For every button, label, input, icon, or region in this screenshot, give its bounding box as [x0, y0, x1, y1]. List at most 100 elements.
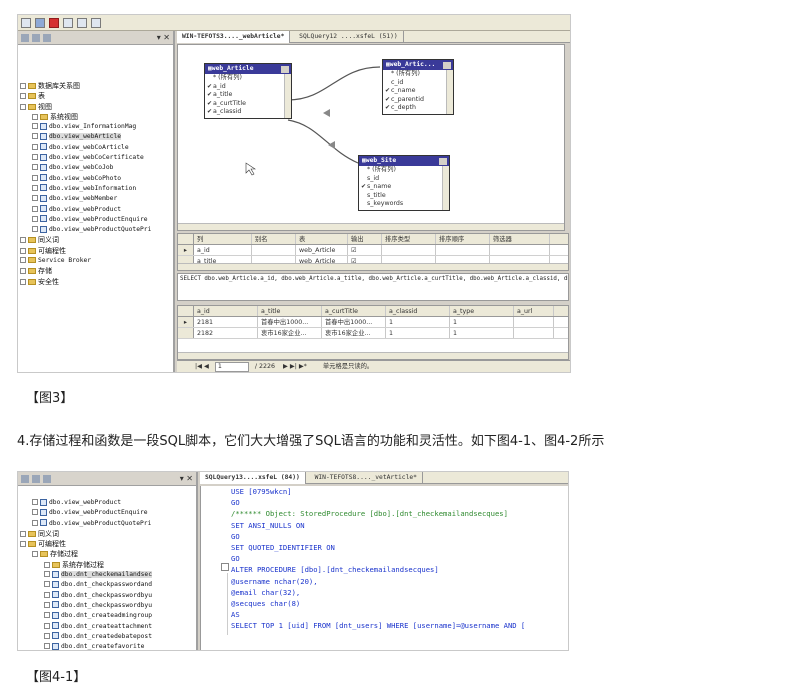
column-row[interactable]: ✔ a_curtTitle — [205, 100, 291, 109]
sql-pane[interactable]: SELECT dbo.web_Article.a_id, dbo.web_Art… — [177, 273, 569, 301]
code-line[interactable]: SET ANSI_NULLS ON — [201, 520, 568, 531]
expand-icon[interactable] — [20, 278, 26, 285]
tree-folder[interactable]: 同义词 — [18, 235, 173, 245]
table-cell[interactable] — [382, 245, 436, 255]
column-header[interactable]: a_type — [450, 306, 514, 316]
tree-folder[interactable]: 系统视图 — [18, 112, 173, 122]
pin-icon[interactable]: ▾ ✕ — [180, 474, 193, 483]
next-record-icon[interactable]: ▶ ▶| ▶* — [283, 363, 307, 370]
table-cell[interactable] — [490, 245, 550, 255]
column-row[interactable]: * (所有列) — [205, 74, 291, 83]
expand-icon[interactable] — [20, 93, 26, 100]
table-cell[interactable]: 2181 — [194, 317, 258, 327]
tab-sql-query[interactable]: SQLQuery12 ....xsfeL (51)) — [294, 31, 404, 43]
expand-icon[interactable] — [44, 612, 50, 619]
collapse-icon[interactable] — [20, 103, 26, 110]
column-row[interactable]: ✔ a_title — [205, 91, 291, 100]
tree-folder[interactable]: 数据库关系图 — [18, 81, 173, 91]
tree-view[interactable]: dbo.view_webArticle — [18, 132, 173, 142]
collapse-icon[interactable] — [20, 541, 26, 548]
toolbar-button-icon[interactable] — [21, 17, 31, 28]
minimize-icon[interactable] — [443, 61, 451, 69]
tree-view[interactable]: dbo.view_webCoJob — [18, 163, 173, 173]
table-cell[interactable]: web_Article — [296, 245, 348, 255]
expand-icon[interactable] — [32, 123, 38, 130]
column-row[interactable]: s_title — [359, 192, 449, 201]
table-web-site[interactable]: ▦ web_Site * (所有列) s_id ✔ s_name s_title s_key… — [358, 155, 450, 211]
code-line[interactable]: SET QUOTED_IDENTIFIER ON — [201, 542, 568, 553]
column-row[interactable]: ✔ s_name — [359, 183, 449, 192]
execute-icon[interactable] — [49, 17, 59, 28]
tree-stored-procedure[interactable]: dbo.dnt_checkpasswordbyu — [18, 601, 196, 611]
table-cell[interactable]: 1 — [386, 317, 450, 327]
collapse-icon[interactable] — [32, 551, 38, 558]
filter-icon[interactable] — [32, 33, 40, 42]
table-cell[interactable] — [514, 328, 554, 338]
connect-icon[interactable] — [21, 474, 29, 483]
expand-icon[interactable] — [44, 591, 50, 598]
table-cell[interactable] — [436, 245, 490, 255]
column-row[interactable]: ✔ a_classid — [205, 108, 291, 117]
row-selector[interactable] — [178, 328, 194, 338]
filter-icon[interactable] — [32, 474, 40, 483]
code-line[interactable]: GO — [201, 553, 568, 564]
expand-icon[interactable] — [20, 257, 26, 264]
column-row[interactable]: s_keywords — [359, 200, 449, 209]
code-line[interactable]: AS — [201, 609, 568, 620]
table-scrollbar[interactable] — [284, 74, 291, 118]
tree-folder[interactable]: 存储过程 — [18, 549, 196, 559]
expand-icon[interactable] — [32, 519, 38, 526]
tree-view[interactable]: dbo.view_webProduct — [18, 205, 173, 215]
table-row[interactable]: ▸ a_id web_Article ☑ — [178, 245, 568, 256]
table-cell[interactable]: 衷市16家企业... — [258, 328, 322, 338]
tree-view[interactable]: dbo.view_InformationMag — [18, 122, 173, 132]
expand-icon[interactable] — [20, 237, 26, 244]
tree-folder[interactable]: 可编程性 — [18, 539, 196, 549]
expand-icon[interactable] — [32, 113, 38, 120]
code-line[interactable]: @username nchar(20), — [201, 576, 568, 587]
table-cell[interactable] — [252, 245, 296, 255]
column-row[interactable]: ✔ c_parentid — [383, 96, 453, 105]
column-header[interactable]: 筛选器 — [490, 234, 550, 244]
tree-stored-procedure[interactable]: dbo.dnt_checkemailandsec — [18, 570, 196, 580]
expand-icon[interactable] — [32, 205, 38, 212]
tree-folder[interactable]: Service Broker — [18, 256, 173, 266]
code-line[interactable]: GO — [201, 531, 568, 542]
expand-icon[interactable] — [32, 154, 38, 161]
code-line[interactable]: USE [0795wkcn] — [201, 486, 568, 497]
table-row[interactable]: ▸ 2181 首春中出1000... 首春中出1000... 1 1 — [178, 317, 568, 328]
code-line[interactable]: @secques char(8) — [201, 598, 568, 609]
column-row[interactable]: c_id — [383, 79, 453, 88]
expand-icon[interactable] — [44, 571, 50, 578]
tree-folder[interactable]: 安全性 — [18, 277, 173, 287]
expand-icon[interactable] — [32, 184, 38, 191]
expand-icon[interactable] — [20, 247, 26, 254]
column-header[interactable]: 列 — [194, 234, 252, 244]
table-scrollbar[interactable] — [446, 70, 453, 114]
expand-icon[interactable] — [32, 133, 38, 140]
expand-icon[interactable] — [32, 164, 38, 171]
column-header[interactable]: 输出 — [348, 234, 382, 244]
column-header[interactable]: a_title — [258, 306, 322, 316]
tree-stored-procedure[interactable]: dbo.dnt_checkpasswordand — [18, 580, 196, 590]
code-line[interactable]: SELECT TOP 1 [uid] FROM [dnt_users] WHER… — [201, 620, 568, 631]
expand-icon[interactable] — [32, 215, 38, 222]
column-row[interactable]: * (所有列) — [359, 166, 449, 175]
current-page[interactable]: 1 — [214, 362, 249, 372]
row-selector[interactable]: ▸ — [178, 245, 194, 255]
sql-editor[interactable]: USE [0795wkcn] GO/****** Object: StoredPr… — [200, 486, 568, 650]
tree-view[interactable]: dbo.view_webCoPhoto — [18, 174, 173, 184]
grid-horizontal-scrollbar[interactable] — [178, 352, 568, 359]
column-row[interactable]: ✔ a_id — [205, 83, 291, 92]
table-title-bar[interactable]: ▦ web_Artic... — [383, 60, 453, 70]
expand-icon[interactable] — [44, 622, 50, 629]
expand-icon[interactable] — [20, 268, 26, 275]
tree-stored-procedure[interactable]: dbo.dnt_createdebatepost — [18, 632, 196, 642]
tree-stored-procedure[interactable]: dbo.dnt_checkpasswordbyu — [18, 591, 196, 601]
refresh-icon[interactable] — [43, 33, 51, 42]
tree-folder[interactable]: 可编程性 — [18, 246, 173, 256]
tree-folder[interactable]: 视图 — [18, 102, 173, 112]
table-cell[interactable]: a_id — [194, 245, 252, 255]
table-title-bar[interactable]: ▦ web_Article — [205, 64, 291, 74]
tree-stored-procedure[interactable]: dbo.dnt_createattachment — [18, 622, 196, 632]
